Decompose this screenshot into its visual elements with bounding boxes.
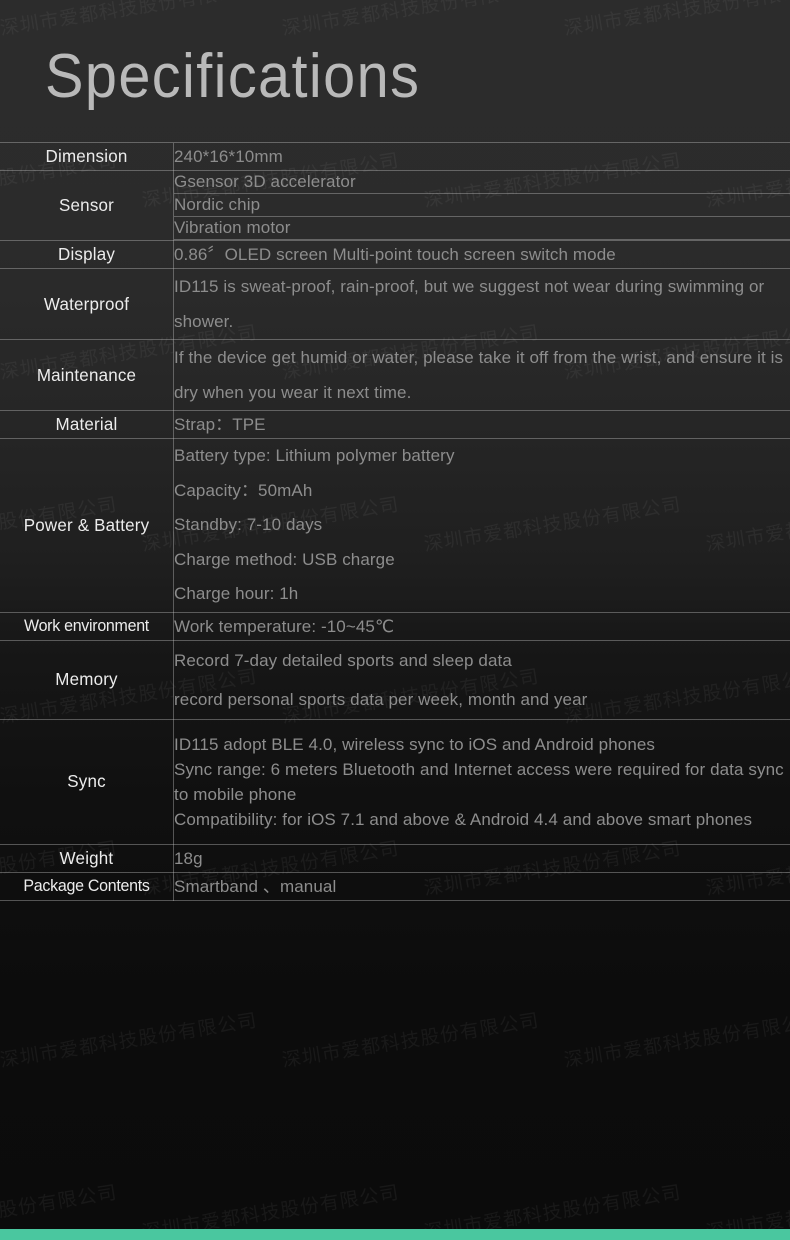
page-header: Specifications (0, 0, 790, 142)
sensor-item-chip: Nordic chip (174, 193, 790, 217)
spec-value-dimension: 240*16*10mm (173, 142, 790, 171)
sync-line-ble: ID115 adopt BLE 4.0, wireless sync to iO… (174, 734, 656, 754)
specifications-table: Dimension 240*16*10mm Sensor Gsensor 3D … (0, 142, 790, 901)
table-row: Package Contents Smartband 、manual (0, 872, 790, 901)
table-row: Weight 18g (0, 844, 790, 873)
spec-label-work-environment: Work environment (2, 612, 172, 641)
spec-value-weight: 18g (173, 844, 790, 873)
watermark-text: 深圳市爱都科技股份有限公司 (562, 1009, 790, 1072)
spec-label-material: Material (2, 410, 172, 439)
list-item: Nordic chip (174, 193, 790, 217)
memory-line-record-detail: Record 7-day detailed sports and sleep d… (174, 650, 512, 670)
spec-value-waterproof: ID115 is sweat-proof, rain-proof, but we… (173, 268, 790, 340)
spec-value-material: Strap：TPE (173, 410, 790, 439)
spec-value-memory: Record 7-day detailed sports and sleep d… (173, 640, 790, 720)
spec-label-sync: Sync (2, 719, 172, 845)
spec-label-sensor: Sensor (2, 170, 172, 241)
page-title: Specifications (45, 42, 421, 111)
accent-bottom-bar (0, 1229, 790, 1240)
spec-label-weight: Weight (2, 844, 172, 873)
table-row: Waterproof ID115 is sweat-proof, rain-pr… (0, 268, 790, 340)
sensor-item-accelerator: Gsensor 3D accelerator (174, 171, 790, 194)
spec-value-sensor: Gsensor 3D accelerator Nordic chip Vibra… (173, 170, 790, 241)
power-line-charge-method: Charge method: USB charge (174, 549, 395, 569)
spec-value-work-environment: Work temperature: -10~45℃ (173, 612, 790, 641)
table-row: Power & Battery Battery type: Lithium po… (0, 438, 790, 613)
sensor-sublist: Gsensor 3D accelerator Nordic chip Vibra… (174, 171, 790, 240)
table-row: Work environment Work temperature: -10~4… (0, 612, 790, 641)
spec-value-maintenance: If the device get humid or water, please… (173, 339, 790, 411)
power-line-capacity: Capacity：50mAh (174, 480, 313, 500)
table-row: Memory Record 7-day detailed sports and … (0, 640, 790, 720)
table-row: Sync ID115 adopt BLE 4.0, wireless sync … (0, 719, 790, 845)
spec-label-memory: Memory (2, 640, 172, 720)
table-row: Dimension 240*16*10mm (0, 142, 790, 171)
spec-value-display: 0.86〞OLED screen Multi-point touch scree… (173, 240, 790, 269)
spec-label-waterproof: Waterproof (2, 268, 172, 340)
watermark-text: 深圳市爱都科技股份有限公司 (0, 1009, 259, 1072)
list-item: Vibration motor (174, 216, 790, 240)
table-row: Maintenance If the device get humid or w… (0, 339, 790, 411)
spec-value-power-battery: Battery type: Lithium polymer battery Ca… (173, 438, 790, 613)
watermark-text: 深圳市爱都科技股份有限公司 (280, 1009, 541, 1072)
table-row: Display 0.86〞OLED screen Multi-point tou… (0, 240, 790, 269)
sync-line-compatibility: Compatibility: for iOS 7.1 and above & A… (174, 809, 753, 829)
spec-label-package-contents: Package Contents (2, 872, 172, 901)
memory-line-record-personal: record personal sports data per week, mo… (174, 689, 588, 709)
power-line-standby: Standby: 7-10 days (174, 515, 323, 534)
spec-sheet-page: 深圳市爱都科技股份有限公司 深圳市爱都科技股份有限公司 深圳市爱都科技股份有限公司深… (0, 0, 790, 1240)
list-item: Gsensor 3D accelerator (174, 171, 790, 194)
sync-line-range: Sync range: 6 meters Bluetooth and Inter… (174, 759, 784, 804)
spec-label-power-battery: Power & Battery (2, 438, 172, 613)
sensor-item-motor: Vibration motor (174, 216, 790, 240)
spec-label-maintenance: Maintenance (2, 339, 172, 411)
spec-label-dimension: Dimension (2, 142, 172, 171)
power-line-type: Battery type: Lithium polymer battery (174, 446, 455, 465)
power-line-charge-hour: Charge hour: 1h (174, 584, 299, 603)
spec-value-sync: ID115 adopt BLE 4.0, wireless sync to iO… (173, 719, 790, 845)
table-row: Material Strap：TPE (0, 410, 790, 439)
spec-label-display: Display (2, 240, 172, 269)
spec-value-package-contents: Smartband 、manual (173, 872, 790, 901)
table-row: Sensor Gsensor 3D accelerator Nordic chi… (0, 170, 790, 241)
